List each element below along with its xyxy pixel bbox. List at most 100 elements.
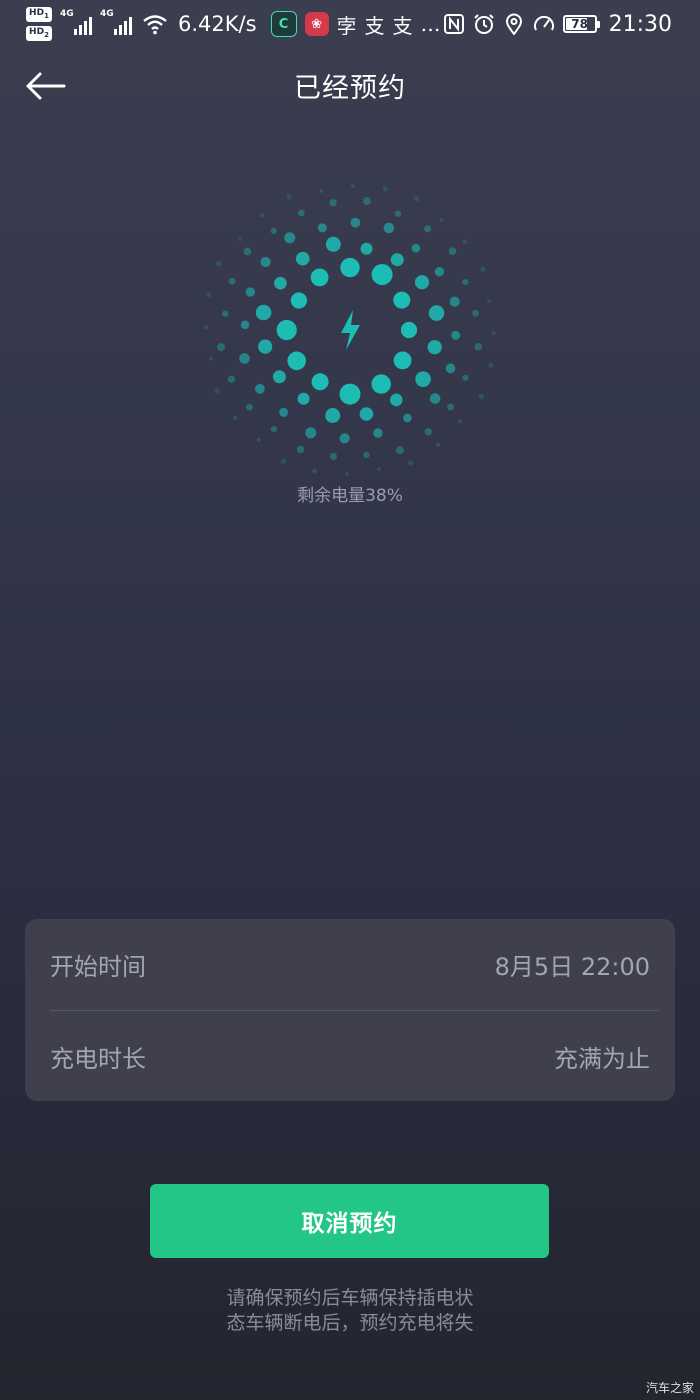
battery-remaining-text: 剩余电量38% xyxy=(297,486,403,506)
status-bar-left: HD1 HD2 4G 4G 6.42K/s C ❀ 孛 支 支 … xyxy=(26,4,449,44)
sim1-network-tag: 4G xyxy=(60,9,74,19)
charge-dot xyxy=(340,257,360,278)
charge-dot xyxy=(319,189,324,193)
hd-indicators: HD1 HD2 xyxy=(26,7,52,41)
charge-dot xyxy=(238,236,243,241)
charge-dot xyxy=(390,253,404,267)
charge-dot xyxy=(350,217,361,228)
charge-dot xyxy=(290,292,307,309)
charge-dot xyxy=(216,260,222,267)
charge-dot xyxy=(462,279,469,286)
charge-dot xyxy=(243,247,252,256)
network-speed: 6.42K/s xyxy=(178,12,257,36)
charge-dot xyxy=(214,388,220,394)
charge-duration-row: 充电时长 充满为止 xyxy=(50,1011,650,1101)
charge-dot xyxy=(445,363,456,374)
charge-dot xyxy=(457,419,462,424)
charge-dot xyxy=(359,407,374,421)
page-title: 已经预约 xyxy=(294,73,406,104)
charge-dot xyxy=(395,446,404,455)
signal-sim1-icon: 4G xyxy=(60,9,92,35)
charge-dot xyxy=(427,340,442,355)
speedometer-icon xyxy=(533,15,554,31)
charge-dot xyxy=(206,292,212,298)
charge-dot xyxy=(297,392,310,405)
app-c-icon: C xyxy=(270,11,297,37)
charge-dot xyxy=(287,351,306,371)
charge-dot xyxy=(394,210,402,217)
charge-dot xyxy=(272,370,286,384)
charge-dot xyxy=(227,375,236,383)
charge-dot xyxy=(393,291,411,309)
charge-duration-value: 充满为止 xyxy=(554,1044,650,1073)
charge-dot xyxy=(413,196,420,202)
charge-dot xyxy=(439,218,444,223)
charge-dot xyxy=(435,442,441,448)
more-notifications-icon: … xyxy=(420,12,441,36)
charge-dot xyxy=(400,321,418,339)
charge-dot xyxy=(424,428,432,436)
charge-dot xyxy=(329,199,337,207)
wifi-icon xyxy=(143,15,167,35)
charge-dot xyxy=(260,256,271,268)
charge-dot xyxy=(408,460,414,466)
charge-dot xyxy=(415,371,431,387)
charge-dot xyxy=(472,309,479,317)
charge-dot xyxy=(393,351,412,370)
alarm-icon xyxy=(473,14,494,34)
charge-dot xyxy=(270,426,278,433)
charge-dot xyxy=(284,232,296,244)
app-glyph-1: 孛 xyxy=(336,13,357,38)
charge-dot xyxy=(478,393,484,400)
charge-dot xyxy=(258,339,273,354)
charge-dot xyxy=(274,276,287,290)
charge-dot xyxy=(325,236,341,252)
charge-dot xyxy=(280,458,287,464)
nfc-icon xyxy=(443,14,464,34)
status-bar: HD1 HD2 4G 4G 6.42K/s C ❀ 孛 支 支 … 78 21:… xyxy=(0,0,700,48)
charge-dot xyxy=(255,383,265,394)
charge-dot xyxy=(276,319,297,341)
battery-level: 78 xyxy=(571,17,588,31)
app-glyph-3: 支 xyxy=(392,13,413,38)
status-time: 21:30 xyxy=(608,11,672,37)
charge-dot xyxy=(491,330,496,336)
charge-dot xyxy=(217,343,225,352)
charge-dot xyxy=(325,408,341,423)
app-glyph-2: 支 xyxy=(364,13,385,38)
charge-dot xyxy=(428,305,445,321)
notice-line-2: 态车辆断电后，预约充电将失 xyxy=(226,1312,474,1334)
start-time-value: 8月5日 22:00 xyxy=(494,952,650,981)
charge-dot xyxy=(305,427,317,439)
charge-dot xyxy=(344,471,350,476)
watermark: 汽车之家 xyxy=(645,1381,694,1395)
cancel-reservation-button[interactable]: 取消预约 xyxy=(150,1184,549,1258)
charge-dot xyxy=(259,212,265,218)
start-time-label: 开始时间 xyxy=(50,952,146,981)
charge-dot xyxy=(228,277,236,285)
header: 已经预约 xyxy=(0,56,700,116)
charge-dot xyxy=(330,453,337,460)
charge-dot xyxy=(360,242,373,255)
charge-dot xyxy=(310,268,329,287)
charge-dot xyxy=(447,403,454,411)
charge-dot xyxy=(462,239,468,245)
charge-dot xyxy=(246,403,253,411)
charge-dot xyxy=(240,320,250,330)
charge-dot xyxy=(317,223,327,233)
charge-dot xyxy=(350,184,356,189)
charge-dot xyxy=(390,393,403,407)
charge-dot xyxy=(222,310,229,317)
hd2-icon: HD2 xyxy=(26,26,52,41)
charge-dot xyxy=(462,374,469,381)
charge-dot xyxy=(474,343,483,351)
hd1-icon: HD1 xyxy=(26,7,52,22)
charge-dot xyxy=(362,197,371,205)
charge-dot xyxy=(339,383,361,405)
charge-dot xyxy=(424,225,432,233)
charge-dot xyxy=(373,428,383,438)
charge-dot xyxy=(279,407,289,417)
charge-dot xyxy=(295,251,310,266)
charge-dot xyxy=(239,353,250,364)
charge-dot xyxy=(448,247,457,255)
